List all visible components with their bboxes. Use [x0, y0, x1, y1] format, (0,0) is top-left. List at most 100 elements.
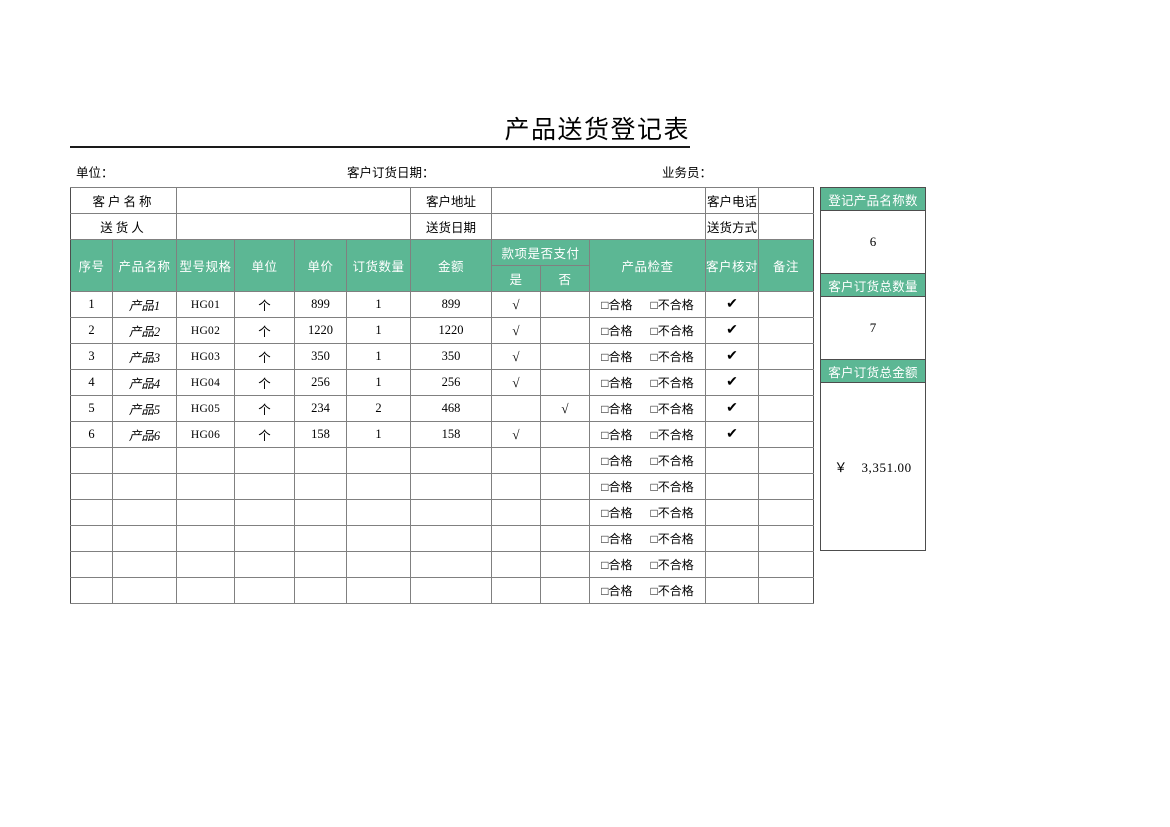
cell-unit-price[interactable]: 899 [294, 291, 347, 318]
cell-remark[interactable] [758, 343, 815, 370]
cell-inspection[interactable]: □合格 □不合格 [589, 525, 706, 552]
cell-inspection[interactable]: □合格 □不合格 [589, 551, 706, 578]
cell-unit-price[interactable] [294, 447, 347, 474]
cell-product-name[interactable]: 产品4 [112, 369, 177, 396]
cell-order-qty[interactable]: 1 [346, 369, 411, 396]
cell-amount[interactable]: 1220 [410, 317, 492, 344]
inspection-pass-checkbox[interactable]: □合格 [601, 506, 632, 520]
cell-order-qty[interactable] [346, 525, 411, 552]
inspection-pass-checkbox[interactable]: □合格 [601, 402, 632, 416]
cell-paid-no[interactable] [540, 525, 590, 552]
cell-index[interactable]: 2 [70, 317, 113, 344]
cell-paid-yes[interactable]: √ [491, 291, 541, 318]
cell-customer-check[interactable]: ✔ [704, 395, 760, 422]
cell-product-name[interactable] [112, 577, 177, 604]
cell-order-qty[interactable]: 1 [346, 421, 411, 448]
inspection-fail-checkbox[interactable]: □不合格 [651, 506, 694, 520]
cell-amount[interactable]: 158 [410, 421, 492, 448]
cell-index[interactable] [70, 525, 113, 552]
cell-model-spec[interactable]: HG02 [176, 317, 235, 344]
cell-unit-price[interactable] [294, 473, 347, 500]
cell-amount[interactable] [410, 551, 492, 578]
cell-remark[interactable] [758, 551, 815, 578]
cell-remark[interactable] [758, 291, 815, 318]
cell-paid-no[interactable] [540, 369, 590, 396]
cell-unit-price[interactable]: 256 [294, 369, 347, 396]
cell-remark[interactable] [758, 369, 815, 396]
cell-index[interactable] [70, 473, 113, 500]
inspection-pass-checkbox[interactable]: □合格 [601, 532, 632, 546]
cell-customer-check[interactable]: ✔ [704, 421, 760, 448]
cell-unit[interactable]: 个 [234, 421, 295, 448]
cell-unit-price[interactable]: 158 [294, 421, 347, 448]
cell-model-spec[interactable]: HG06 [176, 421, 235, 448]
inspection-pass-checkbox[interactable]: □合格 [601, 350, 632, 364]
cell-remark[interactable] [758, 447, 815, 474]
cell-paid-no[interactable] [540, 447, 590, 474]
info-value-deliverer[interactable] [176, 213, 411, 240]
cell-inspection[interactable]: □合格 □不合格 [589, 369, 706, 396]
cell-model-spec[interactable] [176, 447, 235, 474]
cell-model-spec[interactable]: HG05 [176, 395, 235, 422]
cell-customer-check[interactable] [704, 577, 760, 604]
cell-index[interactable]: 3 [70, 343, 113, 370]
cell-paid-no[interactable] [540, 317, 590, 344]
cell-paid-yes[interactable]: √ [491, 369, 541, 396]
cell-remark[interactable] [758, 317, 815, 344]
inspection-fail-checkbox[interactable]: □不合格 [651, 298, 694, 312]
inspection-pass-checkbox[interactable]: □合格 [601, 428, 632, 442]
cell-unit[interactable] [234, 577, 295, 604]
cell-paid-no[interactable] [540, 473, 590, 500]
cell-amount[interactable] [410, 473, 492, 500]
inspection-pass-checkbox[interactable]: □合格 [601, 558, 632, 572]
cell-product-name[interactable]: 产品1 [112, 291, 177, 318]
cell-amount[interactable] [410, 447, 492, 474]
cell-index[interactable]: 5 [70, 395, 113, 422]
cell-inspection[interactable]: □合格 □不合格 [589, 343, 706, 370]
cell-inspection[interactable]: □合格 □不合格 [589, 421, 706, 448]
cell-unit[interactable] [234, 447, 295, 474]
cell-paid-yes[interactable] [491, 577, 541, 604]
cell-paid-yes[interactable] [491, 473, 541, 500]
cell-paid-yes[interactable]: √ [491, 343, 541, 370]
cell-customer-check[interactable]: ✔ [704, 343, 760, 370]
cell-product-name[interactable]: 产品6 [112, 421, 177, 448]
cell-inspection[interactable]: □合格 □不合格 [589, 473, 706, 500]
cell-paid-no[interactable] [540, 343, 590, 370]
cell-model-spec[interactable] [176, 525, 235, 552]
cell-product-name[interactable]: 产品2 [112, 317, 177, 344]
cell-paid-yes[interactable]: √ [491, 317, 541, 344]
info-value-customer-phone[interactable] [758, 187, 815, 214]
cell-paid-no[interactable]: √ [540, 395, 590, 422]
cell-unit[interactable]: 个 [234, 369, 295, 396]
cell-unit-price[interactable] [294, 577, 347, 604]
cell-model-spec[interactable] [176, 473, 235, 500]
cell-index[interactable]: 4 [70, 369, 113, 396]
cell-order-qty[interactable] [346, 499, 411, 526]
inspection-fail-checkbox[interactable]: □不合格 [651, 532, 694, 546]
inspection-fail-checkbox[interactable]: □不合格 [651, 480, 694, 494]
cell-product-name[interactable]: 产品3 [112, 343, 177, 370]
cell-paid-yes[interactable] [491, 525, 541, 552]
cell-unit[interactable] [234, 499, 295, 526]
cell-remark[interactable] [758, 395, 815, 422]
cell-customer-check[interactable] [704, 473, 760, 500]
cell-inspection[interactable]: □合格 □不合格 [589, 577, 706, 604]
cell-model-spec[interactable]: HG04 [176, 369, 235, 396]
cell-amount[interactable] [410, 525, 492, 552]
cell-order-qty[interactable]: 1 [346, 291, 411, 318]
cell-index[interactable]: 1 [70, 291, 113, 318]
cell-paid-no[interactable] [540, 499, 590, 526]
inspection-pass-checkbox[interactable]: □合格 [601, 376, 632, 390]
cell-unit-price[interactable]: 1220 [294, 317, 347, 344]
cell-order-qty[interactable]: 1 [346, 317, 411, 344]
cell-model-spec[interactable] [176, 551, 235, 578]
cell-order-qty[interactable] [346, 447, 411, 474]
cell-amount[interactable] [410, 499, 492, 526]
cell-remark[interactable] [758, 499, 815, 526]
cell-index[interactable] [70, 499, 113, 526]
cell-amount[interactable]: 468 [410, 395, 492, 422]
cell-inspection[interactable]: □合格 □不合格 [589, 291, 706, 318]
cell-unit-price[interactable]: 234 [294, 395, 347, 422]
cell-product-name[interactable] [112, 473, 177, 500]
